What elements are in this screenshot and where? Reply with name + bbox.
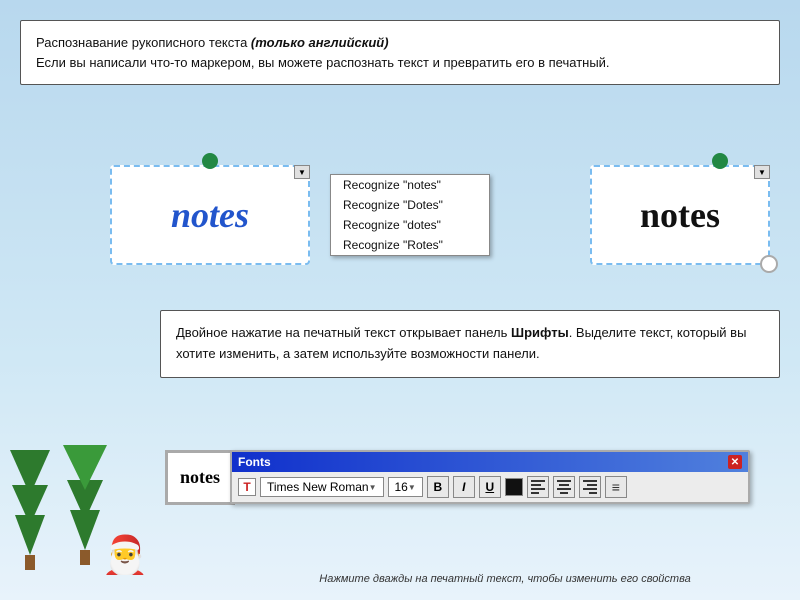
info-box-bottom: Двойное нажатие на печатный текст открыв… bbox=[160, 310, 780, 378]
handwritten-box: ▼ notes bbox=[110, 165, 310, 265]
fonts-toolbar-close-btn[interactable]: ✕ bbox=[728, 455, 742, 469]
printed-text: notes bbox=[640, 194, 720, 236]
recognition-area: ▼ notes Recognize "notes" Recognize "Dot… bbox=[30, 150, 770, 280]
font-name-selector[interactable]: Times New Roman ▼ bbox=[260, 477, 384, 497]
font-size-arrow: ▼ bbox=[408, 483, 416, 492]
fonts-toolbar-body: T Times New Roman ▼ 16 ▼ B I U bbox=[232, 472, 748, 502]
green-dot-right bbox=[712, 153, 728, 169]
menu-item-1[interactable]: Recognize "Dotes" bbox=[331, 195, 489, 215]
underline-button[interactable]: U bbox=[479, 476, 501, 498]
info-top-line1: Распознавание рукописного текста bbox=[36, 35, 251, 50]
align-right-button[interactable] bbox=[579, 476, 601, 498]
printed-box: ▼ notes bbox=[590, 165, 770, 265]
menu-item-2[interactable]: Recognize "dotes" bbox=[331, 215, 489, 235]
fonts-toolbar: Fonts ✕ T Times New Roman ▼ 16 ▼ B I U bbox=[230, 450, 750, 504]
dropdown-arrow-btn[interactable]: ▼ bbox=[294, 165, 310, 179]
notes-label-text: notes bbox=[180, 467, 220, 488]
list-button[interactable]: ≡ bbox=[605, 476, 627, 498]
resize-handle[interactable] bbox=[760, 255, 778, 273]
align-center-button[interactable] bbox=[553, 476, 575, 498]
caption-text: Нажмите дважды на печатный текст, чтобы … bbox=[230, 573, 780, 585]
color-picker[interactable] bbox=[505, 478, 523, 496]
font-type-icon: T bbox=[238, 478, 256, 496]
notes-label-box: notes bbox=[165, 450, 235, 505]
printed-dropdown-btn[interactable]: ▼ bbox=[754, 165, 770, 179]
italic-button[interactable]: I bbox=[453, 476, 475, 498]
font-name-value: Times New Roman bbox=[267, 480, 369, 494]
info-top-italic: (только английский) bbox=[251, 35, 389, 50]
info-bottom-text1: Двойное нажатие на печатный текст открыв… bbox=[176, 325, 511, 340]
font-size-value: 16 bbox=[395, 480, 408, 494]
bold-button[interactable]: B bbox=[427, 476, 449, 498]
fonts-toolbar-title-bar[interactable]: Fonts ✕ bbox=[232, 452, 748, 472]
context-menu: Recognize "notes" Recognize "Dotes" Reco… bbox=[330, 174, 490, 256]
info-box-top: Распознавание рукописного текста (только… bbox=[20, 20, 780, 85]
handwritten-text: notes bbox=[171, 194, 249, 236]
align-left-button[interactable] bbox=[527, 476, 549, 498]
font-size-selector[interactable]: 16 ▼ bbox=[388, 477, 423, 497]
svg-text:🎅: 🎅 bbox=[100, 533, 150, 575]
menu-item-3[interactable]: Recognize "Rotes" bbox=[331, 235, 489, 255]
menu-item-0[interactable]: Recognize "notes" bbox=[331, 175, 489, 195]
fonts-toolbar-title-label: Fonts bbox=[238, 455, 271, 469]
info-top-line2: Если вы написали что-то маркером, вы мож… bbox=[36, 55, 610, 70]
info-bottom-bold: Шрифты bbox=[511, 325, 569, 340]
font-name-arrow: ▼ bbox=[369, 483, 377, 492]
green-dot-left bbox=[202, 153, 218, 169]
tree-decoration: 🎅 bbox=[10, 395, 170, 580]
